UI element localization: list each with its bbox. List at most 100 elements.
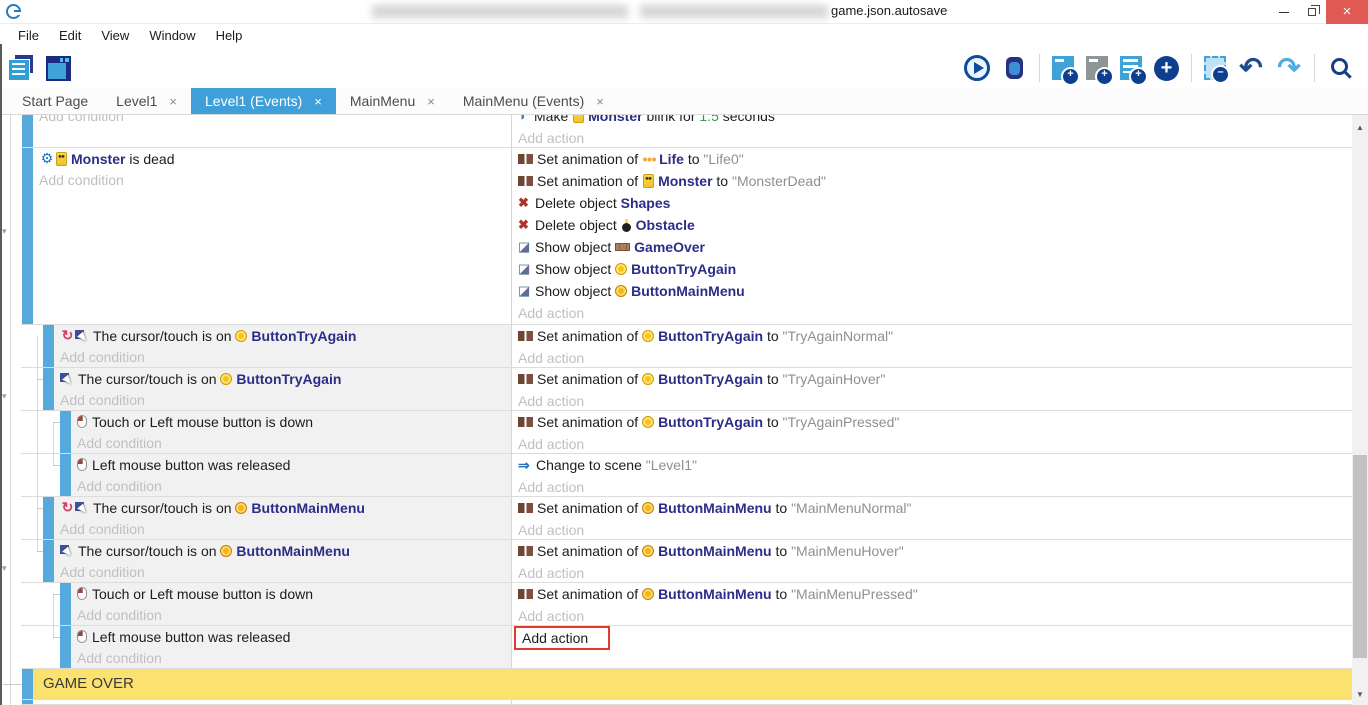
action-line[interactable]: Set animation of Life to "Life0"	[518, 148, 1352, 170]
add-action-button[interactable]: Add action	[518, 605, 1352, 625]
button-orange-icon	[220, 545, 232, 557]
add-action-button[interactable]: Add action	[518, 127, 1352, 147]
collapse-arrow-icon[interactable]: ▾	[2, 564, 7, 573]
scrollbar-thumb[interactable]	[1353, 455, 1367, 658]
condition-line[interactable]: Left mouse button was released	[77, 454, 511, 476]
text-segment: "MainMenuPressed"	[791, 586, 918, 602]
menu-bar: FileEditViewWindowHelp	[0, 24, 1368, 48]
tab-close-icon[interactable]: ×	[314, 95, 322, 108]
action-line[interactable]: Set animation of ButtonTryAgain to "TryA…	[518, 368, 1352, 390]
search-icon[interactable]	[1331, 58, 1348, 75]
add-action-button[interactable]: Add action	[518, 347, 1352, 367]
add-plus-icon[interactable]	[1154, 56, 1179, 81]
add-condition-button[interactable]: Add condition	[77, 433, 511, 454]
add-action-button-highlighted[interactable]: Add action	[518, 626, 1352, 648]
tab-level1[interactable]: Level1×	[102, 88, 191, 114]
menu-item-help[interactable]: Help	[206, 24, 253, 48]
project-window-icon[interactable]	[46, 56, 71, 81]
action-line[interactable]: Set animation of ButtonTryAgain to "TryA…	[518, 411, 1352, 433]
scroll-down-icon[interactable]: ▼	[1352, 690, 1368, 699]
life-icon	[642, 156, 657, 163]
action-line[interactable]: ◪Show object GameOver	[518, 236, 1352, 258]
play-icon[interactable]	[964, 55, 990, 81]
action-line[interactable]: ◑Make Monster blink for 1.5 seconds	[518, 115, 1352, 127]
gear-icon: ⚙	[39, 150, 55, 167]
add-action-button[interactable]: Add action	[518, 390, 1352, 410]
add-condition-button[interactable]: Add condition	[39, 115, 511, 127]
object-name: Monster	[71, 151, 125, 167]
action-line[interactable]: Set animation of Monster to "MonsterDead…	[518, 170, 1352, 192]
tab-mainmenu-events-[interactable]: MainMenu (Events) ×	[449, 88, 618, 114]
add-condition-button[interactable]: Add condition	[60, 390, 511, 411]
action-line[interactable]: Set animation of ButtonMainMenu to "Main…	[518, 583, 1352, 605]
add-action-button[interactable]: Add action	[518, 302, 1352, 324]
invert-icon: ↻	[60, 327, 75, 344]
condition-line[interactable]: Touch or Left mouse button is down	[77, 583, 511, 605]
object-name: ButtonTryAgain	[658, 371, 763, 387]
menu-item-edit[interactable]: Edit	[49, 24, 91, 48]
tab-start-page[interactable]: Start Page	[8, 88, 102, 114]
event-bar[interactable]	[22, 669, 33, 699]
event-row: ↻The cursor/touch is on ButtonTryAgain Ad…	[0, 325, 1352, 368]
add-condition-button[interactable]: Add condition	[77, 605, 511, 626]
condition-line[interactable]: ⚙Monster is dead	[39, 148, 511, 170]
collapse-arrow-icon[interactable]: ▾	[2, 227, 7, 236]
tab-mainmenu[interactable]: MainMenu×	[336, 88, 449, 114]
tab-label: MainMenu (Events)	[463, 93, 584, 109]
redo-icon[interactable]: ↷	[1276, 55, 1302, 81]
add-condition-button[interactable]: Add condition	[60, 562, 511, 583]
action-line[interactable]: ◪Show object ButtonTryAgain	[518, 258, 1352, 280]
minimize-button[interactable]	[1270, 0, 1298, 24]
menu-item-window[interactable]: Window	[139, 24, 205, 48]
redacted-title-segment	[372, 5, 628, 18]
tab-close-icon[interactable]: ×	[169, 95, 177, 108]
tab-close-icon[interactable]: ×	[427, 95, 435, 108]
condition-line[interactable]: Left mouse button was released	[77, 626, 511, 648]
add-action-button[interactable]: Add action	[518, 433, 1352, 453]
action-line[interactable]: ⇒Change to scene "Level1"	[518, 454, 1352, 476]
text-segment: Set animation of	[537, 586, 642, 602]
menu-item-file[interactable]: File	[8, 24, 49, 48]
add-condition-button[interactable]: Add condition	[77, 476, 511, 497]
remove-event-icon[interactable]	[1204, 56, 1226, 80]
undo-icon[interactable]: ↶	[1238, 55, 1264, 81]
vertical-scrollbar[interactable]: ▲ ▼	[1352, 115, 1368, 705]
condition-line[interactable]: ↻The cursor/touch is on ButtonMainMenu	[60, 497, 511, 519]
menu-item-view[interactable]: View	[91, 24, 139, 48]
add-event-icon[interactable]	[1052, 56, 1074, 80]
condition-line[interactable]: ↻The cursor/touch is on ButtonTryAgain	[60, 325, 511, 347]
add-condition-label: Add condition	[60, 349, 145, 365]
tab-level1-events-[interactable]: Level1 (Events)×	[191, 88, 336, 114]
add-condition-button[interactable]: Add condition	[39, 170, 511, 192]
debug-icon[interactable]	[1006, 57, 1023, 79]
restore-button[interactable]	[1298, 0, 1326, 24]
add-action-button[interactable]: Add action	[518, 519, 1352, 539]
add-action-button[interactable]: Add action	[518, 476, 1352, 496]
action-line[interactable]: Set animation of ButtonMainMenu to "Main…	[518, 497, 1352, 519]
tab-close-icon[interactable]: ×	[596, 95, 604, 108]
add-action-button[interactable]: Add action	[518, 562, 1352, 582]
object-name: ButtonTryAgain	[631, 261, 736, 277]
conditions-cell: The cursor/touch is on ButtonMainMenuAdd…	[0, 540, 511, 582]
monster-icon	[573, 115, 584, 123]
close-button[interactable]: ×	[1326, 0, 1368, 24]
action-line[interactable]: Set animation of ButtonMainMenu to "Main…	[518, 540, 1352, 562]
action-line[interactable]: ✖Delete object Obstacle	[518, 214, 1352, 236]
event-bar[interactable]	[22, 700, 33, 704]
add-comment-icon[interactable]	[1120, 56, 1142, 80]
text-segment: blink for	[643, 115, 700, 124]
collapse-arrow-icon[interactable]: ▾	[2, 392, 7, 401]
add-subevent-icon[interactable]	[1086, 56, 1108, 80]
scroll-up-icon[interactable]: ▲	[1352, 123, 1368, 132]
comment-text[interactable]: GAME OVER	[33, 669, 134, 699]
condition-line[interactable]: The cursor/touch is on ButtonMainMenu	[60, 540, 511, 562]
condition-line[interactable]: Touch or Left mouse button is down	[77, 411, 511, 433]
add-condition-button[interactable]: Add condition	[60, 347, 511, 368]
action-line[interactable]: Set animation of ButtonTryAgain to "TryA…	[518, 325, 1352, 347]
add-condition-button[interactable]: Add condition	[60, 519, 511, 540]
action-line[interactable]: ◪Show object ButtonMainMenu	[518, 280, 1352, 302]
condition-line[interactable]: The cursor/touch is on ButtonTryAgain	[60, 368, 511, 390]
action-line[interactable]: ✖Delete object Shapes	[518, 192, 1352, 214]
add-condition-button[interactable]: Add condition	[77, 648, 511, 669]
scene-list-icon[interactable]	[8, 55, 34, 81]
